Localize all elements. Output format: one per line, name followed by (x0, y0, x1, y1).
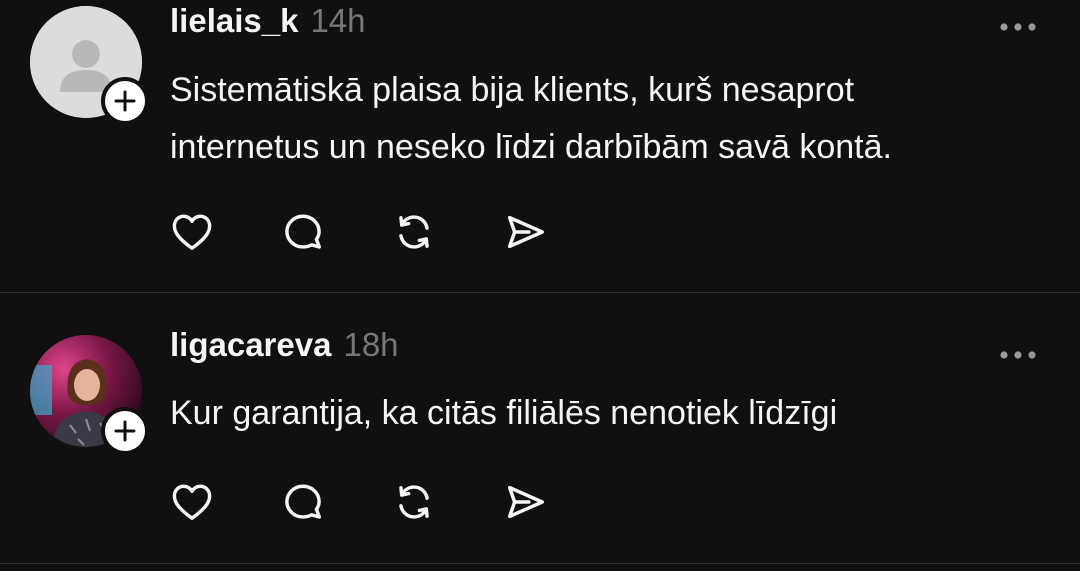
username[interactable]: ligacareva (170, 326, 331, 364)
reply-button[interactable] (279, 208, 327, 256)
repost-icon (399, 485, 429, 519)
repost-button[interactable] (390, 208, 438, 256)
post-text: Kur garantija, ka citās filiālēs nenotie… (170, 385, 1030, 442)
like-button[interactable] (168, 478, 216, 526)
heart-icon (172, 214, 212, 251)
more-options-button[interactable] (998, 20, 1038, 32)
comment-icon (285, 214, 322, 249)
follow-button[interactable] (101, 407, 149, 455)
username[interactable]: lielais_k (170, 2, 298, 40)
like-button[interactable] (168, 208, 216, 256)
post-text-line: Kur garantija, ka citās filiālēs nenotie… (170, 394, 838, 432)
repost-button[interactable] (390, 478, 438, 526)
plus-icon (114, 420, 136, 442)
follow-button[interactable] (101, 77, 149, 125)
timestamp[interactable]: 14h (310, 2, 365, 40)
more-options-button[interactable] (998, 348, 1038, 360)
post-text-line: Sistemātiskā plaisa bija klients, kurš n… (170, 71, 855, 109)
action-bar (168, 478, 549, 526)
timestamp[interactable]: 18h (343, 326, 398, 364)
post-text: Sistemātiskā plaisa bija klients, kurš n… (170, 62, 1030, 176)
send-icon (507, 215, 544, 249)
post-header: ligacareva 18h (170, 326, 399, 364)
share-button[interactable] (501, 208, 549, 256)
comment-icon (285, 484, 322, 519)
more-icon (1000, 351, 1036, 359)
more-icon (1000, 23, 1036, 31)
plus-icon (114, 90, 136, 112)
post-divider (0, 563, 1080, 564)
post: ligacareva 18h Kur garantija, ka citās f… (0, 293, 1080, 563)
post: lielais_k 14h Sistemātiskā plaisa bija k… (0, 0, 1080, 292)
heart-icon (172, 484, 212, 521)
repost-icon (399, 215, 429, 249)
post-text-line: internetus un neseko līdzi darbībām savā… (170, 128, 892, 166)
post-header: lielais_k 14h (170, 2, 366, 40)
share-button[interactable] (501, 478, 549, 526)
action-bar (168, 208, 549, 256)
send-icon (507, 485, 544, 519)
reply-button[interactable] (279, 478, 327, 526)
